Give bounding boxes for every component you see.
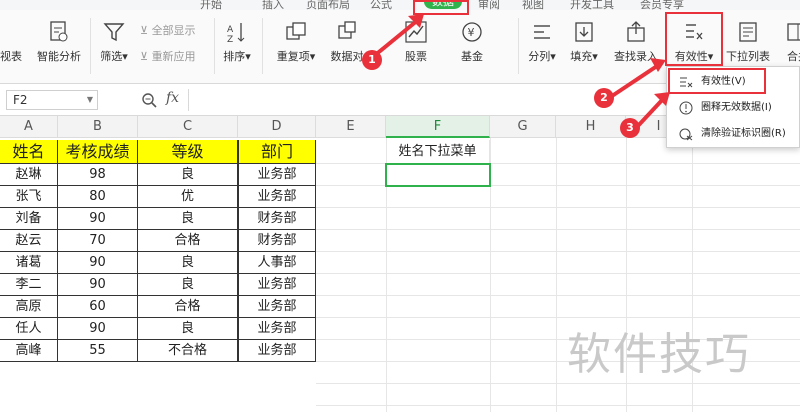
step-badge-2: 2 <box>594 88 614 108</box>
step-badge-3: 3 <box>620 118 640 138</box>
step-badge-1: 1 <box>362 50 382 70</box>
watermark: 软件技巧 <box>567 329 751 380</box>
